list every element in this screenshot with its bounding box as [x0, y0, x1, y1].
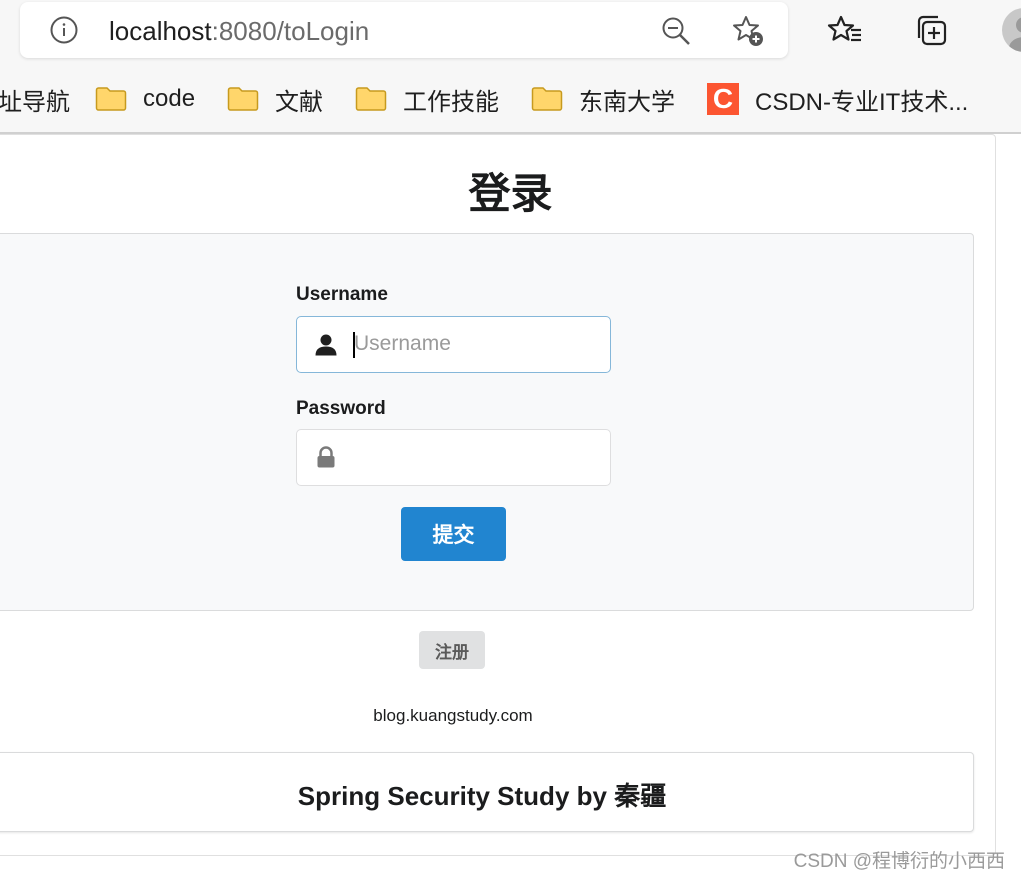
- bookmark-folder-seu[interactable]: 东南大学: [531, 82, 675, 116]
- avatar[interactable]: [1002, 8, 1021, 52]
- footer-text: Spring Security Study by 秦疆: [297, 781, 667, 811]
- favorites-icon[interactable]: [827, 12, 863, 48]
- add-favorite-icon[interactable]: [731, 14, 765, 48]
- lock-icon: [317, 446, 335, 468]
- bookmark-label: code: [143, 85, 196, 112]
- bookmark-item[interactable]: 址导航: [0, 82, 70, 116]
- bookmarks-bar: 址导航 code 文献 工作技能 东南大学 C CSDN-专业IT技术...: [0, 66, 1021, 134]
- zoom-out-icon[interactable]: [661, 16, 691, 46]
- browser-toolbar: localhost:8080/toLogin: [0, 0, 1021, 66]
- url-path: :8080/toLogin: [211, 16, 370, 46]
- folder-icon: [531, 87, 563, 111]
- info-icon[interactable]: [50, 16, 78, 44]
- bookmark-folder-code[interactable]: code: [95, 82, 195, 116]
- bookmark-label: 工作技能: [403, 88, 499, 116]
- avatar-silhouette-icon: [1009, 17, 1021, 52]
- password-label: Password: [296, 398, 386, 419]
- watermark: CSDN @程博衍的小西西: [793, 851, 1005, 872]
- username-placeholder: Username: [354, 332, 451, 355]
- bookmark-label: 东南大学: [579, 88, 675, 116]
- site-link[interactable]: blog.kuangstudy.com: [0, 706, 906, 726]
- folder-icon: [95, 87, 127, 111]
- submit-button[interactable]: 提交: [401, 507, 506, 561]
- url-host: localhost: [109, 16, 212, 46]
- register-button[interactable]: 注册: [419, 631, 485, 669]
- folder-icon: [355, 87, 387, 111]
- folder-icon: [227, 87, 259, 111]
- bookmark-folder-literature[interactable]: 文献: [227, 82, 323, 116]
- bookmark-label: CSDN-专业IT技术...: [755, 88, 969, 116]
- username-label: Username: [296, 284, 388, 305]
- collections-icon[interactable]: [914, 12, 950, 48]
- url-text[interactable]: localhost:8080/toLogin: [109, 16, 369, 46]
- bookmark-label: 址导航: [0, 88, 70, 116]
- username-field[interactable]: Username: [296, 316, 611, 373]
- bookmark-label: 文献: [275, 88, 323, 116]
- user-icon: [315, 334, 337, 356]
- footer-segment: Spring Security Study by 秦疆: [0, 752, 974, 832]
- password-field[interactable]: [296, 429, 611, 486]
- bookmark-csdn[interactable]: C CSDN-专业IT技术...: [707, 82, 968, 116]
- page-title: 登录: [468, 170, 553, 217]
- csdn-logo: C: [707, 83, 739, 115]
- bookmark-folder-work-skills[interactable]: 工作技能: [355, 82, 499, 116]
- address-bar[interactable]: localhost:8080/toLogin: [20, 2, 788, 58]
